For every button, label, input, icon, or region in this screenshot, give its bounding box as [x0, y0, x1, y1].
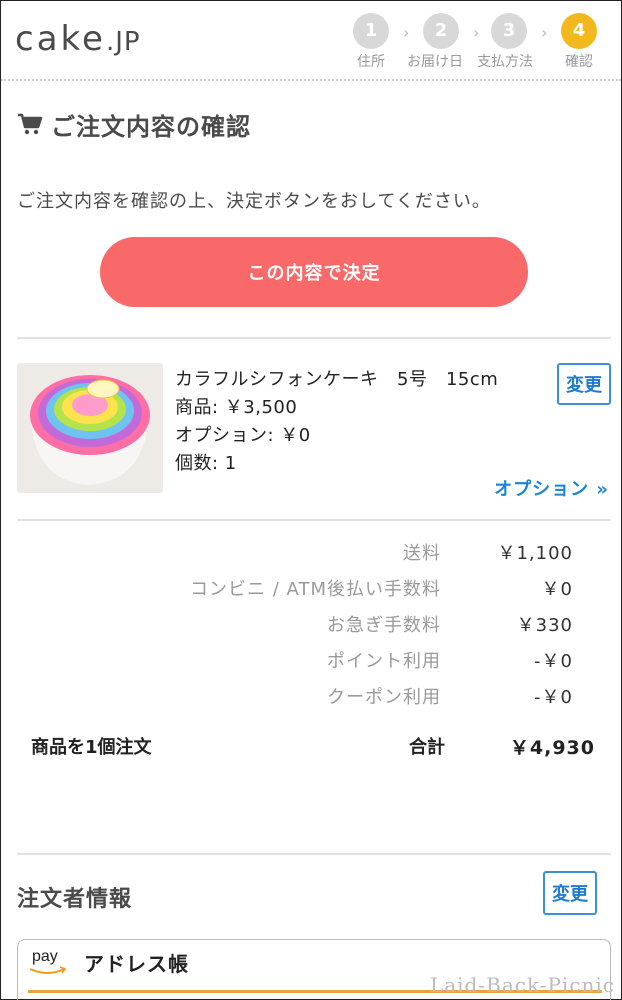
shipping-label: 送料 [403, 543, 441, 564]
step-label: 確認 [565, 54, 593, 70]
divider [17, 337, 611, 339]
address-book-title: アドレス帳 [84, 952, 189, 976]
divider [17, 519, 611, 521]
step-number: 2 [423, 13, 459, 49]
express-fee-label: お急ぎ手数料 [327, 615, 441, 636]
step-payment: 3 支払方法 [477, 13, 533, 71]
cake-image [17, 363, 163, 493]
step-address: 1 住所 [353, 13, 389, 71]
page-title: ご注文内容の確認 [51, 112, 251, 141]
product-price: 商品: ￥3,500 [175, 397, 298, 418]
logo-main: cake [15, 19, 106, 59]
step-confirm: 4 確認 [561, 13, 597, 71]
step-label: お届け日 [407, 54, 463, 70]
step-label: 支払方法 [477, 54, 533, 70]
total-label: 合計 [409, 737, 445, 758]
chevron-right-icon: › [541, 23, 548, 42]
change-product-button[interactable]: 変更 [557, 363, 611, 405]
amazon-smile-icon [29, 966, 67, 974]
confirm-order-button[interactable]: この内容で決定 [100, 237, 528, 307]
step-number: 4 [561, 13, 597, 49]
points-label: ポイント利用 [327, 651, 441, 672]
points-value: -￥0 [534, 651, 573, 672]
amazon-pay-logo: pay [32, 948, 58, 965]
product-name: カラフルシフォンケーキ 5号 15cm [175, 369, 499, 390]
convenience-fee-label: コンビニ / ATM後払い手数料 [190, 579, 441, 600]
option-link[interactable]: オプション » [494, 475, 609, 501]
product-image[interactable] [17, 363, 163, 493]
item-count: 商品を1個注文 [31, 737, 152, 758]
chevron-right-icon: › [403, 23, 410, 42]
header: cake.JP 1 住所 › 2 お届け日 › 3 支払方法 › 4 確認 [1, 1, 621, 81]
checkout-steps: 1 住所 › 2 お届け日 › 3 支払方法 › 4 確認 [351, 13, 613, 73]
chevron-right-icon: › [473, 23, 480, 42]
change-orderer-button[interactable]: 変更 [543, 871, 597, 915]
page-title-row: ご注文内容の確認 [17, 107, 251, 141]
express-fee-value: ￥330 [516, 615, 573, 636]
cart-icon [18, 113, 43, 135]
convenience-fee-value: ￥0 [541, 579, 573, 600]
watermark: Laid-Back-Picnic [429, 973, 615, 997]
step-delivery-date: 2 お届け日 [407, 13, 463, 71]
product-quantity: 個数: 1 [175, 453, 237, 474]
orderer-info-title: 注文者情報 [17, 887, 133, 912]
cake-jp-logo[interactable]: cake.JP [15, 19, 141, 59]
logo-sub: .JP [105, 27, 141, 57]
instruction-text: ご注文内容を確認の上、決定ボタンをおしてください。 [17, 191, 491, 212]
shipping-value: ￥1,100 [497, 543, 573, 564]
total-value: ￥4,930 [509, 737, 595, 759]
coupon-label: クーポン利用 [327, 687, 441, 708]
step-number: 1 [353, 13, 389, 49]
coupon-value: -￥0 [534, 687, 573, 708]
step-label: 住所 [357, 54, 385, 70]
step-number: 3 [491, 13, 527, 49]
product-option: オプション: ￥0 [175, 425, 311, 446]
divider [17, 853, 611, 855]
